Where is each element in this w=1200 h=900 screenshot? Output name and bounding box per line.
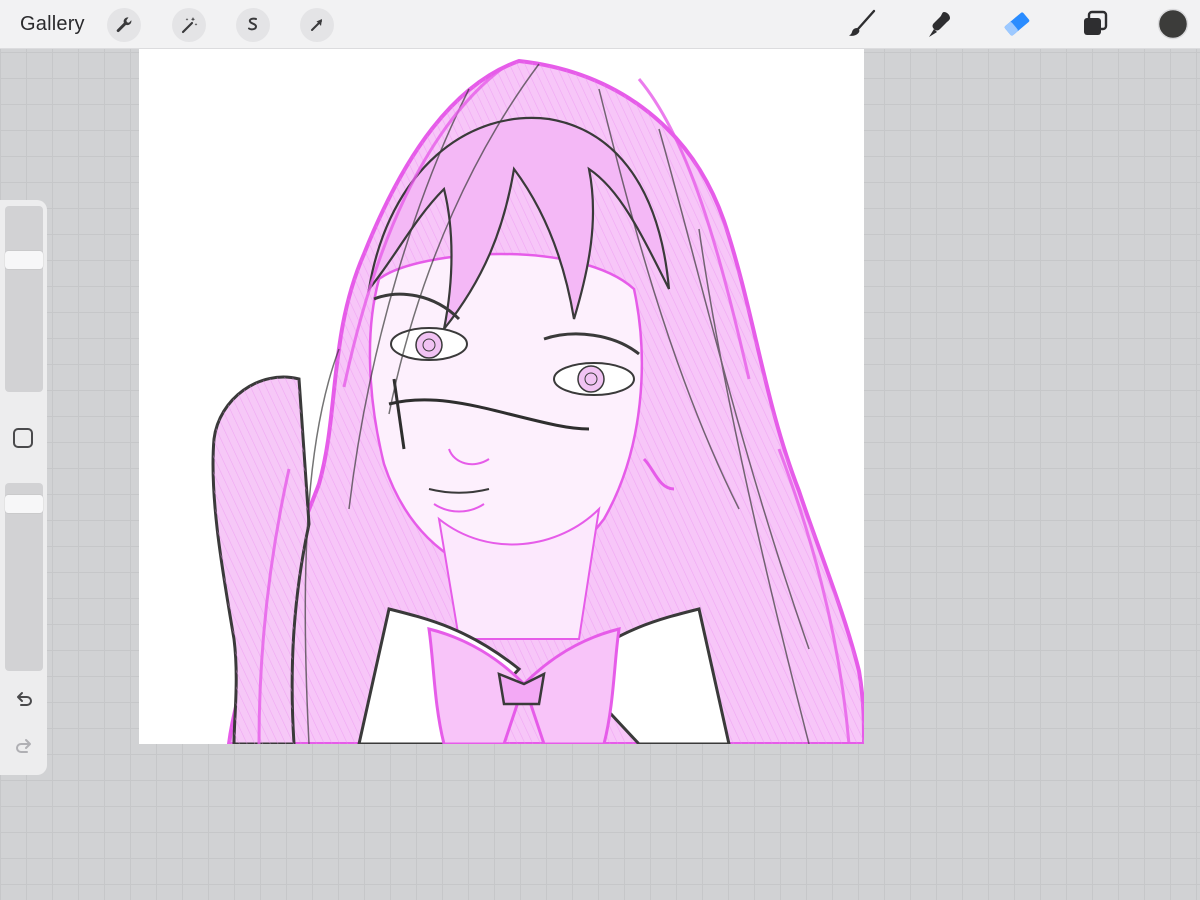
actions-button[interactable] <box>107 8 141 42</box>
smudge-button[interactable] <box>921 6 957 42</box>
adjustments-button[interactable] <box>172 8 206 42</box>
color-swatch-icon <box>1157 8 1189 40</box>
arrow-cursor-icon <box>311 19 322 31</box>
modify-button[interactable] <box>13 428 33 448</box>
erase-button[interactable] <box>999 6 1035 42</box>
opacity-slider[interactable] <box>5 483 43 671</box>
layers-button[interactable] <box>1077 6 1113 42</box>
smudge-icon <box>929 12 950 37</box>
brush-icon <box>849 9 876 36</box>
brush-size-slider[interactable] <box>5 206 43 392</box>
redo-icon <box>16 739 31 753</box>
selection-button[interactable] <box>236 8 270 42</box>
transform-button[interactable] <box>300 8 334 42</box>
layers-icon <box>1084 10 1108 35</box>
eraser-icon <box>1004 12 1030 36</box>
undo-button[interactable] <box>12 688 36 712</box>
top-toolbar: Gallery <box>0 0 1200 49</box>
selection-icon <box>248 17 258 31</box>
opacity-thumb[interactable] <box>5 494 43 513</box>
redo-button[interactable] <box>12 735 36 759</box>
undo-icon <box>17 692 32 706</box>
brush-size-thumb[interactable] <box>5 251 43 270</box>
left-sidebar <box>0 200 47 775</box>
gallery-button[interactable]: Gallery <box>20 12 85 36</box>
color-button[interactable] <box>1155 6 1191 42</box>
artwork-sketch <box>211 58 864 744</box>
magic-wand-icon <box>181 17 198 34</box>
wrench-icon <box>116 17 132 33</box>
drawing-canvas[interactable] <box>139 49 864 744</box>
paint-button[interactable] <box>844 6 880 42</box>
